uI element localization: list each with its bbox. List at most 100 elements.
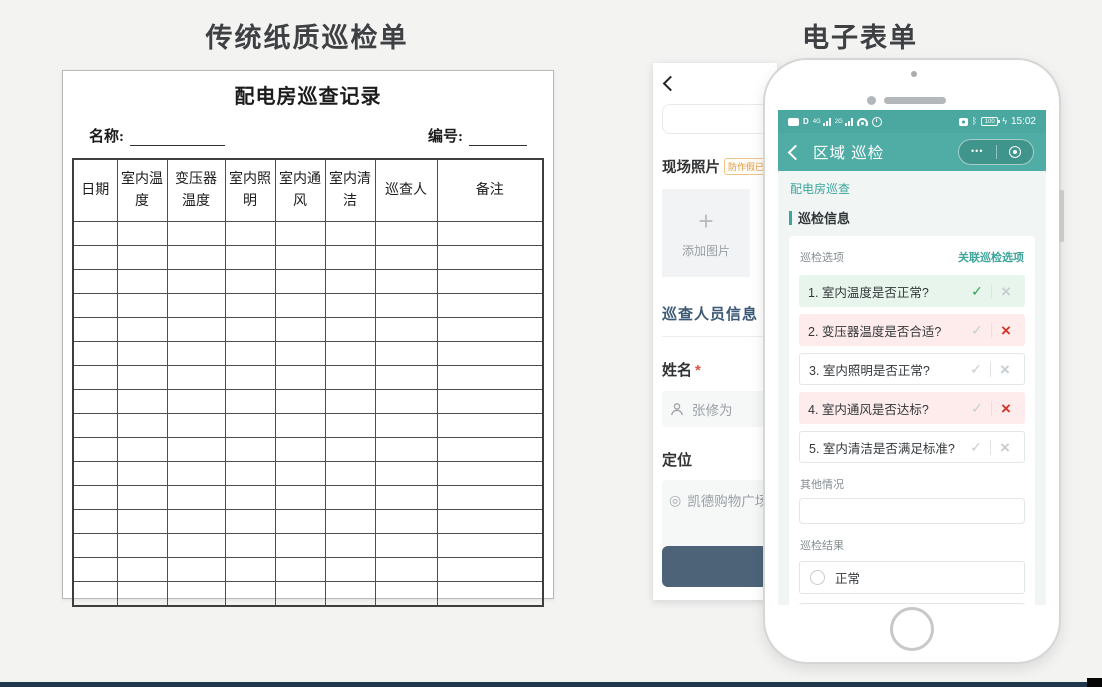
item-text: 1. 室内温度是否正常? [808, 282, 967, 301]
required-asterisk: * [695, 362, 701, 379]
table-cell [325, 246, 375, 270]
check-icon[interactable]: ✓ [967, 401, 987, 415]
table-cell [117, 294, 167, 318]
sim-icon [788, 118, 799, 126]
table-row [73, 342, 543, 366]
bottom-corner-notch [1087, 678, 1102, 687]
item-text: 2. 变压器温度是否合适? [808, 321, 967, 340]
inspection-item-4: 4. 室内通风是否达标? ✓ × [799, 392, 1025, 424]
sim-letter: D [803, 117, 809, 126]
table-cell [275, 270, 325, 294]
col-header-lighting: 室内照明 [225, 159, 275, 222]
phone-mockup: D 4G 2G ᛒ 100 ϟ 15:02 区域 巡 [763, 58, 1061, 664]
table-cell [73, 438, 117, 462]
signal1-network-label: 4G [813, 119, 821, 125]
home-button[interactable] [890, 607, 934, 651]
table-row [73, 414, 543, 438]
table-row [73, 510, 543, 534]
table-cell [73, 270, 117, 294]
paper-form-title: 配电房巡查记录 [63, 80, 553, 109]
check-icon[interactable]: ✓ [966, 362, 986, 376]
table-cell [375, 462, 437, 486]
table-cell [375, 390, 437, 414]
status-time: 15:02 [1011, 116, 1036, 127]
check-icon[interactable]: ✓ [967, 323, 987, 337]
cross-icon[interactable]: × [995, 361, 1015, 378]
wifi-icon [857, 118, 868, 126]
table-cell [275, 294, 325, 318]
more-menu-button[interactable]: ••• [959, 147, 996, 158]
radio-icon[interactable] [810, 570, 825, 585]
signal-icon-1 [823, 118, 831, 126]
table-cell [375, 582, 437, 607]
table-cell [167, 558, 225, 582]
table-row [73, 582, 543, 607]
table-cell [375, 222, 437, 246]
col-header-cleanliness: 室内清洁 [325, 159, 375, 222]
table-cell [325, 318, 375, 342]
table-cell [325, 294, 375, 318]
result-option-normal[interactable]: 正常 [799, 561, 1025, 594]
table-cell [437, 342, 543, 366]
submit-button[interactable] [662, 546, 768, 587]
section-title: 巡检信息 [798, 208, 850, 227]
link-related-options[interactable]: 关联巡检选项 [958, 249, 1024, 265]
power-button[interactable] [1059, 190, 1064, 242]
nav-bar: 区域 巡检 ••• [778, 133, 1046, 171]
table-row [73, 390, 543, 414]
target-icon [1009, 146, 1021, 158]
table-cell [117, 318, 167, 342]
table-cell [225, 414, 275, 438]
table-cell [275, 318, 325, 342]
add-photo-button[interactable]: + 添加图片 [662, 189, 750, 277]
table-cell [225, 582, 275, 607]
check-icon[interactable]: ✓ [967, 284, 987, 298]
table-cell [325, 270, 375, 294]
table-cell [275, 558, 325, 582]
name-input[interactable]: 张修为 [662, 391, 768, 427]
table-cell [73, 342, 117, 366]
table-cell [325, 342, 375, 366]
breadcrumb-link[interactable]: 配电房巡查 [790, 180, 1035, 197]
table-cell [225, 510, 275, 534]
paper-code-label: 编号: [428, 125, 463, 146]
screen-body: 配电房巡查 巡检信息 巡检选项 关联巡检选项 1. 室内温度是否正常? ✓ × [778, 171, 1046, 605]
table-cell [225, 462, 275, 486]
table-cell [437, 582, 543, 607]
table-cell [225, 558, 275, 582]
table-cell [437, 486, 543, 510]
cross-icon[interactable]: × [996, 400, 1016, 417]
table-row [73, 534, 543, 558]
table-cell [117, 462, 167, 486]
col-header-remarks: 备注 [437, 159, 543, 222]
inspection-item-5: 5. 室内清洁是否满足标准? ✓ × [799, 431, 1025, 463]
table-cell [225, 222, 275, 246]
table-cell [275, 342, 325, 366]
nav-back-icon[interactable] [788, 144, 804, 160]
back-icon[interactable] [663, 76, 679, 92]
table-cell [73, 534, 117, 558]
other-situation-input[interactable] [799, 498, 1025, 524]
table-cell [73, 414, 117, 438]
table-cell [117, 534, 167, 558]
table-row [73, 558, 543, 582]
check-icon[interactable]: ✓ [966, 440, 986, 454]
slide-canvas: 传统纸质巡检单 配电房巡查记录 名称: 编号: 日期 室内温度 变压器温度 [0, 0, 1102, 687]
col-header-inspector: 巡查人 [375, 159, 437, 222]
table-cell [375, 318, 437, 342]
signal-icon-2 [845, 118, 853, 126]
form-input-partial[interactable] [662, 104, 768, 134]
cross-icon[interactable]: × [996, 283, 1016, 300]
table-cell [225, 246, 275, 270]
cross-icon[interactable]: × [996, 322, 1016, 339]
table-cell [325, 486, 375, 510]
col-header-transformer-temp: 变压器温度 [167, 159, 225, 222]
col-header-indoor-temp: 室内温度 [117, 159, 167, 222]
table-header-row: 日期 室内温度 变压器温度 室内照明 室内通风 室内清洁 巡查人 备注 [73, 159, 543, 222]
close-minimize-button[interactable] [997, 146, 1034, 158]
table-cell [437, 294, 543, 318]
cross-icon[interactable]: × [995, 439, 1015, 456]
result-option-abnormal[interactable]: 异常 [799, 603, 1025, 605]
table-cell [275, 222, 325, 246]
inspection-item-2: 2. 变压器温度是否合适? ✓ × [799, 314, 1025, 346]
